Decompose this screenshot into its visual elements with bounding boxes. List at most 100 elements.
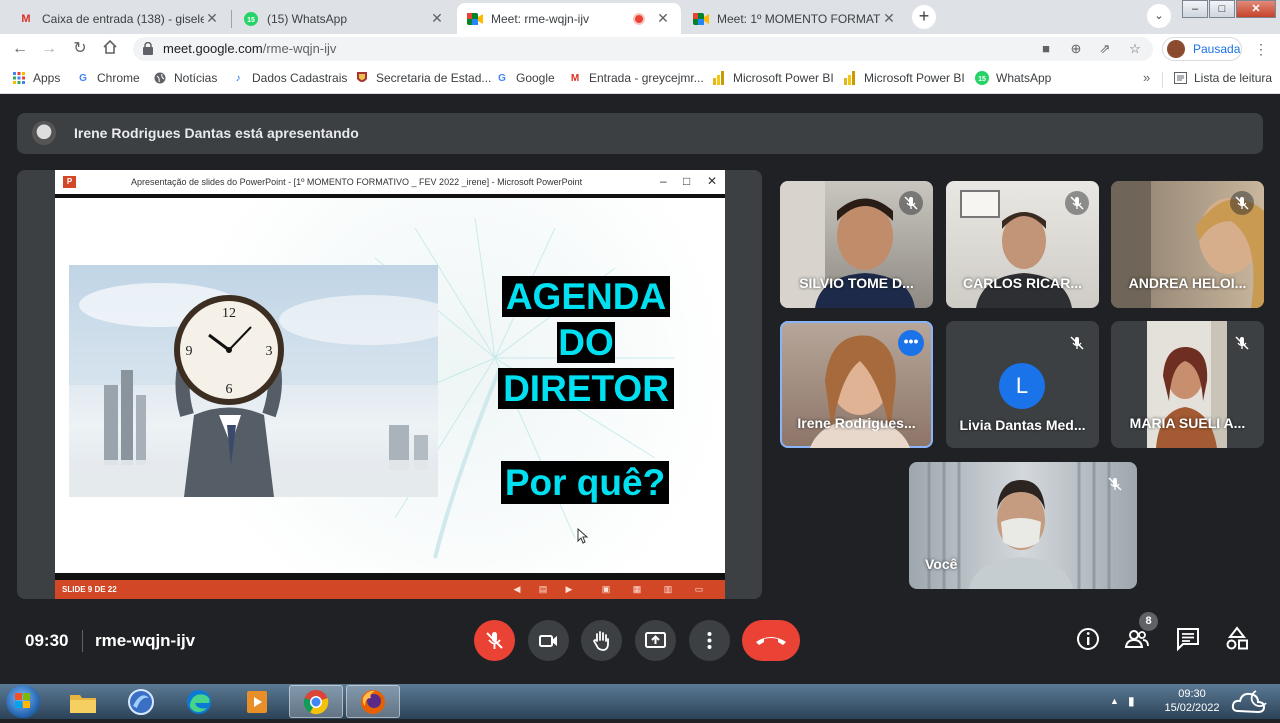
close-window-button[interactable]: ✕ <box>1236 0 1276 18</box>
taskbar-clock[interactable]: 09:30 15/02/2022 <box>1162 687 1222 715</box>
tab-search-button[interactable]: ⌄ <box>1147 4 1171 28</box>
taskbar-firefox[interactable] <box>346 685 400 718</box>
bookmark-noticias[interactable]: Notícias <box>153 71 217 85</box>
taskbar-media-player[interactable] <box>230 685 284 718</box>
show-hidden-icons-icon[interactable]: ▲ <box>1110 696 1119 706</box>
bookmark-star-icon[interactable]: ☆ <box>1127 41 1143 57</box>
lock-icon <box>143 42 153 55</box>
participant-tile[interactable]: CARLOS RICAR... <box>946 181 1099 308</box>
gmail-icon: M <box>570 72 580 84</box>
bookmark-google[interactable]: G Google <box>495 71 555 85</box>
avatar: L <box>999 363 1045 409</box>
participant-tile[interactable]: SILVIO TOME D... <box>780 181 933 308</box>
close-tab-icon[interactable]: ✕ <box>881 10 897 27</box>
microphone-toggle-button[interactable] <box>474 620 515 661</box>
self-view-tile[interactable]: Você <box>909 462 1137 589</box>
more-vert-icon <box>707 632 712 649</box>
participant-name: SILVIO TOME D... <box>799 275 914 291</box>
back-button[interactable]: ← <box>10 39 30 59</box>
meeting-time: 09:30 <box>25 631 69 650</box>
reload-button[interactable]: ↻ <box>70 39 90 59</box>
raise-hand-button[interactable] <box>581 620 622 661</box>
chat-icon <box>1177 628 1199 652</box>
tab-meet-2[interactable]: Meet: 1º MOMENTO FORMATIVO ✕ <box>683 3 907 34</box>
participant-name: CARLOS RICAR... <box>963 275 1082 291</box>
more-options-button[interactable] <box>689 620 730 661</box>
participant-tile[interactable]: MARIA SUELI A... <box>1111 321 1264 448</box>
camera-toggle-button[interactable] <box>528 620 569 661</box>
participant-tile[interactable]: L Livia Dantas Med... <box>946 321 1099 448</box>
new-tab-button[interactable]: + <box>912 5 936 29</box>
camera-icon[interactable]: ■ <box>1038 41 1054 57</box>
browser-menu-icon[interactable]: ⋮ <box>1254 39 1268 59</box>
zoom-icon[interactable]: ⊕ <box>1068 41 1084 57</box>
meeting-details-button[interactable] <box>1075 626 1103 654</box>
bookmark-chrome[interactable]: G Chrome <box>76 71 140 85</box>
maximize-button[interactable]: □ <box>1209 0 1235 18</box>
weather-icon[interactable] <box>1230 687 1272 717</box>
forward-button[interactable]: → <box>39 39 59 59</box>
close-tab-icon[interactable]: ✕ <box>655 10 671 27</box>
participant-count-badge: 8 <box>1139 612 1158 631</box>
address-bar[interactable]: meet.google.com/rme-wqjn-ijv ■ ⊕ ⇗ ☆ <box>133 37 1153 61</box>
activities-button[interactable] <box>1224 626 1252 654</box>
start-button[interactable] <box>6 685 40 718</box>
meet-icon <box>693 11 709 27</box>
bookmark-powerbi-1[interactable]: Microsoft Power BI <box>712 71 834 85</box>
slide-counter: SLIDE 9 DE 22 <box>62 585 117 594</box>
end-call-button[interactable] <box>742 620 800 661</box>
bookmark-label: WhatsApp <box>996 71 1052 85</box>
bookmark-powerbi-2[interactable]: Microsoft Power BI <box>843 71 965 85</box>
svg-text:12: 12 <box>222 306 236 321</box>
bookmark-label: Microsoft Power BI <box>864 71 965 85</box>
svg-text:15: 15 <box>247 17 255 24</box>
tab-whatsapp[interactable]: 15 (15) WhatsApp ✕ <box>233 3 455 34</box>
home-button[interactable] <box>100 39 120 59</box>
close-tab-icon[interactable]: ✕ <box>429 10 445 27</box>
bookmark-dados-cadastrais[interactable]: ♪ Dados Cadastrais <box>231 71 348 85</box>
bookmark-whatsapp[interactable]: 15 WhatsApp <box>975 71 1051 85</box>
powerpoint-window: P Apresentação de slides do PowerPoint -… <box>55 170 725 599</box>
participant-tile[interactable]: ••• Irene Rodrigues... <box>780 321 933 448</box>
minimize-button[interactable]: – <box>1182 0 1208 18</box>
profile-status: Pausada <box>1193 42 1241 56</box>
clock-date: 15/02/2022 <box>1164 702 1220 714</box>
tab-gmail[interactable]: M Caixa de entrada (138) - giseleac ✕ <box>8 3 230 34</box>
presentation-stage[interactable]: P Apresentação de slides do PowerPoint -… <box>17 170 762 599</box>
tab-title: Caixa de entrada (138) - giseleac <box>42 11 204 26</box>
more-options-button[interactable]: ••• <box>898 330 924 356</box>
taskbar-app[interactable] <box>114 685 168 718</box>
tab-meet-active[interactable]: Meet: rme-wqjn-ijv ✕ <box>457 3 681 34</box>
bookmark-secretaria[interactable]: Secretaria de Estad... <box>355 71 491 85</box>
apps-grid-icon <box>12 71 26 85</box>
bookmark-apps[interactable]: Apps <box>12 71 60 85</box>
powerpoint-titlebar: P Apresentação de slides do PowerPoint -… <box>55 170 725 194</box>
close-tab-icon[interactable]: ✕ <box>204 10 220 27</box>
present-screen-button[interactable] <box>635 620 676 661</box>
slide-question: Por quê? <box>501 461 669 504</box>
slide-sorter-icon: ▦ <box>632 584 642 594</box>
reading-view-icon: ▥ <box>663 584 673 594</box>
profile-button[interactable]: Pausada <box>1162 37 1242 61</box>
reading-list-button[interactable]: Lista de leitura <box>1173 71 1272 85</box>
taskbar-file-explorer[interactable] <box>56 685 110 718</box>
bookmark-entrada[interactable]: M Entrada - greycejmr... <box>568 71 704 85</box>
media-player-icon <box>247 690 267 713</box>
slide-heading-line: AGENDA <box>502 276 670 317</box>
participant-tile[interactable]: ANDREA HELOI... <box>1111 181 1264 308</box>
more-bookmarks-icon[interactable]: » <box>1143 70 1150 85</box>
slideshow-icon: ▭ <box>694 584 704 594</box>
chat-button[interactable] <box>1175 626 1203 654</box>
participant-name: Livia Dantas Med... <box>959 417 1086 433</box>
url-text: meet.google.com/rme-wqjn-ijv <box>163 41 337 56</box>
tab-title: Meet: 1º MOMENTO FORMATIVO <box>717 11 881 26</box>
power-icon[interactable]: ▮ <box>1128 694 1135 708</box>
window-controls: – □ ✕ <box>1181 0 1276 18</box>
home-icon <box>103 39 117 54</box>
tab-title: Meet: rme-wqjn-ijv <box>491 11 590 26</box>
share-icon[interactable]: ⇗ <box>1097 41 1113 57</box>
slide-heading-line: DO <box>557 322 615 363</box>
taskbar-chrome[interactable] <box>289 685 343 718</box>
taskbar-edge[interactable] <box>172 685 226 718</box>
gmail-icon: M <box>21 12 31 25</box>
